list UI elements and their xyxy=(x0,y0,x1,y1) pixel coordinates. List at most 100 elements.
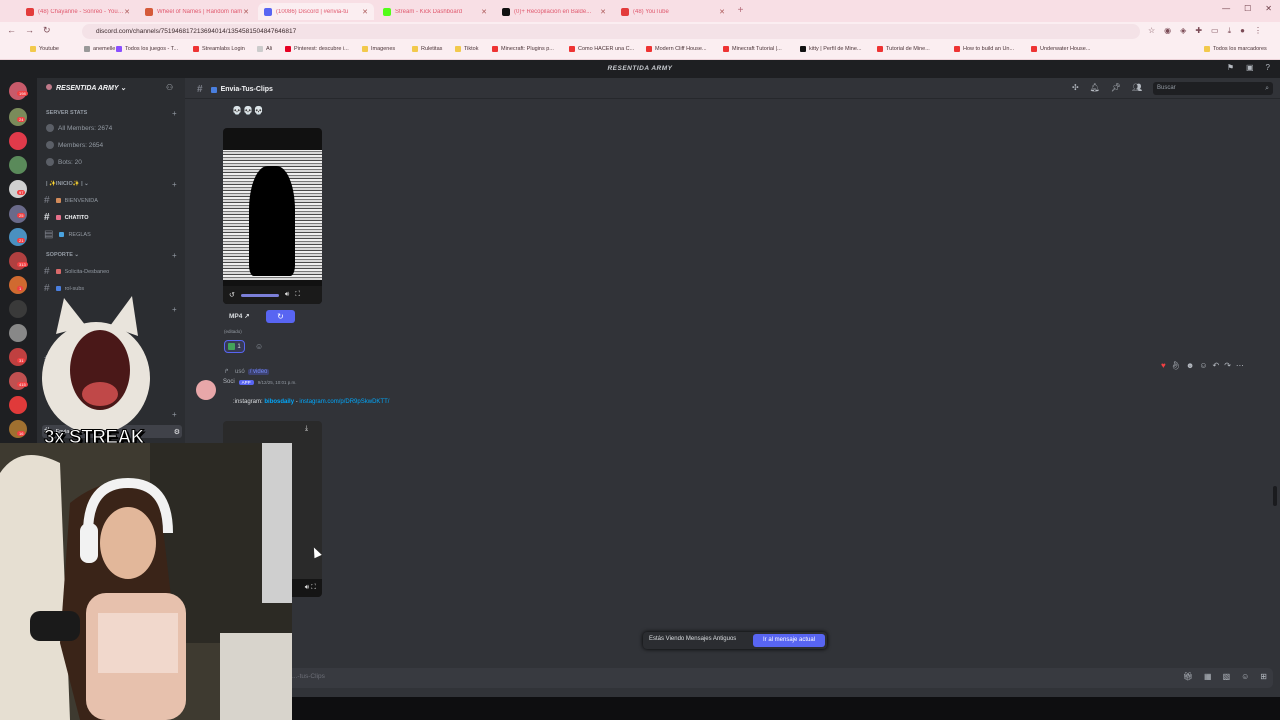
reaction-checkmark[interactable]: 1 xyxy=(224,340,245,353)
server-icon[interactable] xyxy=(9,348,27,366)
server-icon[interactable] xyxy=(9,228,27,246)
category-server-stats[interactable]: SERVER STATS xyxy=(46,110,87,116)
bookmark-item[interactable]: Minecraft Tutorial |... xyxy=(723,46,782,52)
stat-all-members[interactable]: All Members: 2674 xyxy=(46,124,112,132)
member-list-icon[interactable]: 👥︎ xyxy=(1132,83,1142,92)
downloads-icon[interactable]: ⤓ xyxy=(1228,26,1232,36)
server-header[interactable]: RESENTIDA ARMY ⌄ xyxy=(37,78,185,99)
avatar[interactable] xyxy=(196,380,216,400)
channel-chatito[interactable]: # chatito xyxy=(44,212,89,223)
server-icon[interactable] xyxy=(9,132,27,150)
profile-avatar[interactable]: ● xyxy=(1240,26,1245,36)
tab-close-icon[interactable]: ✕ xyxy=(124,8,130,16)
bookmark-item[interactable]: Streamlabs Login xyxy=(193,46,245,52)
volume-icon[interactable]: 🔊︎ xyxy=(285,291,289,299)
browser-tab[interactable]: (48) YouTube ✕ xyxy=(615,3,731,20)
tab-close-icon[interactable]: ✕ xyxy=(600,8,606,16)
stat-bots[interactable]: Bots: 20 xyxy=(46,158,82,166)
volume-icon[interactable]: 🔊︎ xyxy=(305,584,309,591)
server-icon[interactable] xyxy=(9,396,27,414)
heart-reaction-icon[interactable]: ♥ xyxy=(1161,361,1166,370)
server-icon[interactable] xyxy=(9,300,27,318)
instagram-user-link[interactable]: bibosdaily xyxy=(264,399,294,405)
inbox-icon[interactable]: ⚑ xyxy=(1227,63,1234,72)
bookmark-item[interactable]: Todos los juegos - T... xyxy=(116,46,178,52)
emoji-icon[interactable]: ☺ xyxy=(1241,672,1249,681)
instagram-post-link[interactable]: instagram.com/p/DR9pSkwDKTT/ xyxy=(299,399,389,405)
search-input[interactable]: Buscar ⌕ xyxy=(1153,82,1273,95)
add-channel-icon[interactable]: + xyxy=(172,251,177,260)
bookmark-item[interactable]: kitty | Perfil de Mine... xyxy=(800,46,861,52)
bookmark-item[interactable]: Tiktok xyxy=(455,46,478,52)
add-channel-icon[interactable]: + xyxy=(172,109,177,118)
server-icon[interactable] xyxy=(9,324,27,342)
add-channel-icon[interactable]: + xyxy=(172,410,177,419)
browser-tab[interactable]: Stream - Kick Dashboard ✕ xyxy=(377,3,493,20)
threads-icon[interactable]: ✣ xyxy=(1072,83,1079,92)
invite-people-icon[interactable]: ⚇ xyxy=(166,83,173,92)
bookmark-item[interactable]: Tutorial de Mine... xyxy=(877,46,930,52)
extension-icon[interactable]: ◉ xyxy=(1164,26,1171,36)
fullscreen-icon[interactable]: ⛶ xyxy=(295,291,300,299)
scrollbar[interactable] xyxy=(1273,486,1277,506)
apps-icon[interactable]: ⊞ xyxy=(1260,672,1267,681)
video-progress[interactable] xyxy=(240,293,279,297)
browser-tab[interactable]: (0)+ Recopilación en Balde... ✕ xyxy=(496,3,612,20)
tab-close-icon[interactable]: ✕ xyxy=(243,8,249,16)
browser-tab[interactable]: (48) Chayanne - Sonreo - YouTu ✕ xyxy=(20,3,136,20)
reply-icon[interactable]: ↶ xyxy=(1213,361,1220,370)
bookmark-item[interactable]: anemelle xyxy=(84,46,115,52)
bookmark-item[interactable]: Youtube xyxy=(30,46,59,52)
pin-icon[interactable]: 📌︎ xyxy=(1111,83,1121,92)
add-reaction-icon[interactable]: ☺ xyxy=(255,342,263,351)
help-icon[interactable]: ? xyxy=(1266,63,1270,72)
tab-close-icon[interactable]: ✕ xyxy=(481,8,487,16)
tab-close-icon[interactable]: ✕ xyxy=(362,8,368,16)
maximize-icon[interactable]: ☐ xyxy=(1244,4,1251,13)
download-icon[interactable]: ⤓ xyxy=(305,425,308,433)
sidebar-icon[interactable]: ▭ xyxy=(1211,26,1219,36)
more-icon[interactable]: ⋯ xyxy=(1236,361,1244,370)
tab-close-icon[interactable]: ✕ xyxy=(719,8,725,16)
all-bookmarks-folder[interactable]: Todos los marcadores xyxy=(1204,46,1267,52)
browser-tab[interactable]: Wheel of Names | Random nam ✕ xyxy=(139,3,255,20)
slash-command[interactable]: / video xyxy=(247,368,270,375)
server-icon[interactable] xyxy=(9,372,27,390)
bookmark-item[interactable]: Como HACER una C... xyxy=(569,46,634,52)
server-icon[interactable] xyxy=(9,276,27,294)
sticker-icon[interactable]: ▧ xyxy=(1223,672,1231,681)
category-soporte[interactable]: SOPORTE ⌄ xyxy=(46,252,79,258)
browser-tab[interactable]: (10086) Discord | #envia-tu ✕ xyxy=(258,3,374,20)
stat-members[interactable]: Members: 2654 xyxy=(46,141,103,149)
reload-icon[interactable]: ↻ xyxy=(43,25,51,36)
video-format-label[interactable]: MP4 ↗ xyxy=(229,312,250,320)
add-reaction-icon[interactable]: ☺ xyxy=(1199,361,1207,370)
quick-reaction-icon[interactable]: ☻ xyxy=(1186,361,1194,370)
extension-icon[interactable]: ◈ xyxy=(1180,26,1186,36)
forward-icon[interactable]: ↷ xyxy=(1224,361,1231,370)
menu-icon[interactable]: ⋮ xyxy=(1254,26,1262,36)
message-composer[interactable]: ...-tus-Clips 🎁︎ ▦ ▧ ☺ ⊞ xyxy=(185,668,1273,688)
forward-icon[interactable]: → xyxy=(25,25,34,36)
back-icon[interactable]: ← xyxy=(7,25,16,36)
extensions-puzzle-icon[interactable]: ✚ xyxy=(1195,26,1202,36)
channel-solicita-desbaneo[interactable]: # solicita-desbaneo xyxy=(44,266,109,277)
notification-bell-icon[interactable]: 🔔︎ xyxy=(1090,83,1100,92)
bookmark-item[interactable]: Modern Cliff House... xyxy=(646,46,707,52)
url-field[interactable]: discord.com/channels/751946817213694014/… xyxy=(82,24,1140,39)
gift-icon[interactable]: 🎁︎ xyxy=(1183,672,1193,681)
retry-button[interactable]: ↻ xyxy=(266,310,295,323)
server-icon[interactable] xyxy=(9,156,27,174)
author-name[interactable]: Soci xyxy=(223,379,235,385)
server-icon[interactable] xyxy=(9,180,27,198)
new-tab-button[interactable]: + xyxy=(735,5,746,16)
add-channel-icon[interactable]: + xyxy=(172,180,177,189)
bookmark-star-icon[interactable]: ☆ xyxy=(1148,26,1155,36)
close-icon[interactable]: ✕ xyxy=(1265,4,1272,13)
quick-reaction-icon[interactable]: 👌︎ xyxy=(1171,361,1181,370)
bookmark-item[interactable]: Pinterest: descubre i... xyxy=(285,46,349,52)
gif-icon[interactable]: ▦ xyxy=(1204,672,1212,681)
bookmark-item[interactable]: Ali xyxy=(257,46,272,52)
replay-icon[interactable]: ↺ xyxy=(229,291,235,299)
bookmark-item[interactable]: Underwater House... xyxy=(1031,46,1090,52)
